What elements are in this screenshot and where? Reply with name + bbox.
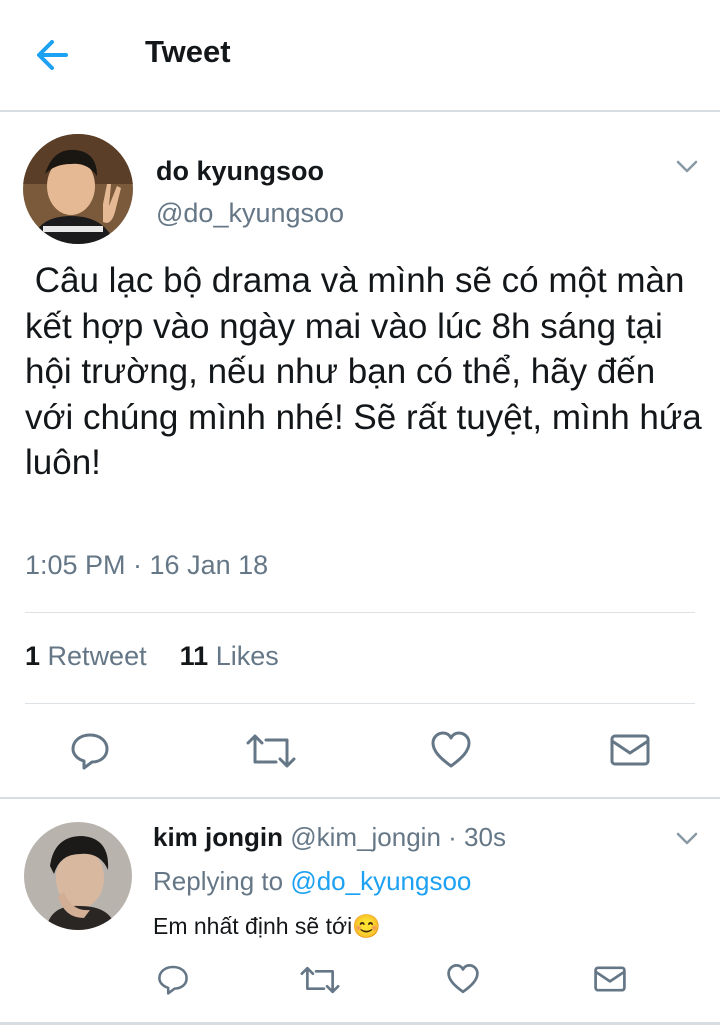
likes-count: 11 — [179, 641, 209, 671]
reply-menu-button[interactable] — [672, 826, 702, 850]
replying-to: Replying to @do_kyungsoo — [153, 866, 471, 897]
retweet-label: Retweet — [47, 641, 147, 671]
reply-time: · 30s — [448, 822, 506, 852]
reply-author-name[interactable]: kim jongin — [153, 822, 283, 852]
heart-icon — [431, 731, 471, 768]
divider — [25, 703, 695, 704]
reply-direct-message-button[interactable] — [594, 965, 626, 993]
direct-message-button[interactable] — [610, 733, 650, 767]
smiling-emoji-icon: 😊 — [352, 913, 381, 939]
reply-reply-button[interactable] — [157, 963, 189, 995]
divider — [25, 612, 695, 613]
tweet-stats: 1 Retweet 11 Likes — [25, 641, 279, 672]
chevron-down-icon — [676, 160, 698, 173]
envelope-icon — [610, 734, 650, 766]
retweet-icon — [300, 966, 340, 994]
top-bar — [0, 0, 720, 112]
reply-icon — [158, 965, 188, 995]
author-handle[interactable]: @do_kyungsoo — [156, 198, 344, 229]
reply-author-handle[interactable]: @kim_jongin — [290, 822, 441, 852]
envelope-icon — [594, 966, 626, 992]
reply-author-avatar[interactable] — [24, 822, 132, 930]
heart-icon — [447, 964, 479, 994]
reply-icon — [71, 733, 109, 770]
replying-to-prefix: Replying to — [153, 866, 284, 896]
reply-text-line: Em nhất định sẽ tới😊 — [153, 913, 381, 940]
reply-button[interactable] — [70, 730, 110, 770]
arrow-left-icon — [37, 40, 68, 70]
replying-to-link[interactable]: @do_kyungsoo — [290, 866, 471, 896]
author-avatar[interactable] — [23, 134, 133, 244]
chevron-down-icon — [676, 832, 698, 845]
likes-label: Likes — [215, 641, 279, 671]
retweet-count: 1 — [25, 641, 41, 671]
page-title: Tweet — [145, 34, 231, 69]
likes-stat[interactable]: 11 Likes — [180, 641, 279, 671]
tweet-menu-button[interactable] — [672, 154, 702, 178]
reply-header: kim jongin @kim_jongin · 30s — [153, 822, 506, 853]
section-divider — [0, 797, 720, 799]
reply-text: Em nhất định sẽ tới — [153, 913, 353, 939]
back-button[interactable] — [30, 30, 86, 80]
author-name[interactable]: do kyungsoo — [156, 156, 324, 187]
like-button[interactable] — [430, 730, 472, 770]
retweet-stat[interactable]: 1 Retweet — [25, 641, 147, 671]
tweet-timestamp[interactable]: 1:05 PM · 16 Jan 18 — [25, 550, 268, 581]
retweet-icon — [246, 734, 296, 768]
tweet-text: Câu lạc bộ drama và mình sẽ có một màn k… — [25, 261, 712, 482]
reply-like-button[interactable] — [446, 963, 480, 995]
retweet-button[interactable] — [246, 732, 296, 770]
reply-retweet-button[interactable] — [300, 965, 340, 995]
